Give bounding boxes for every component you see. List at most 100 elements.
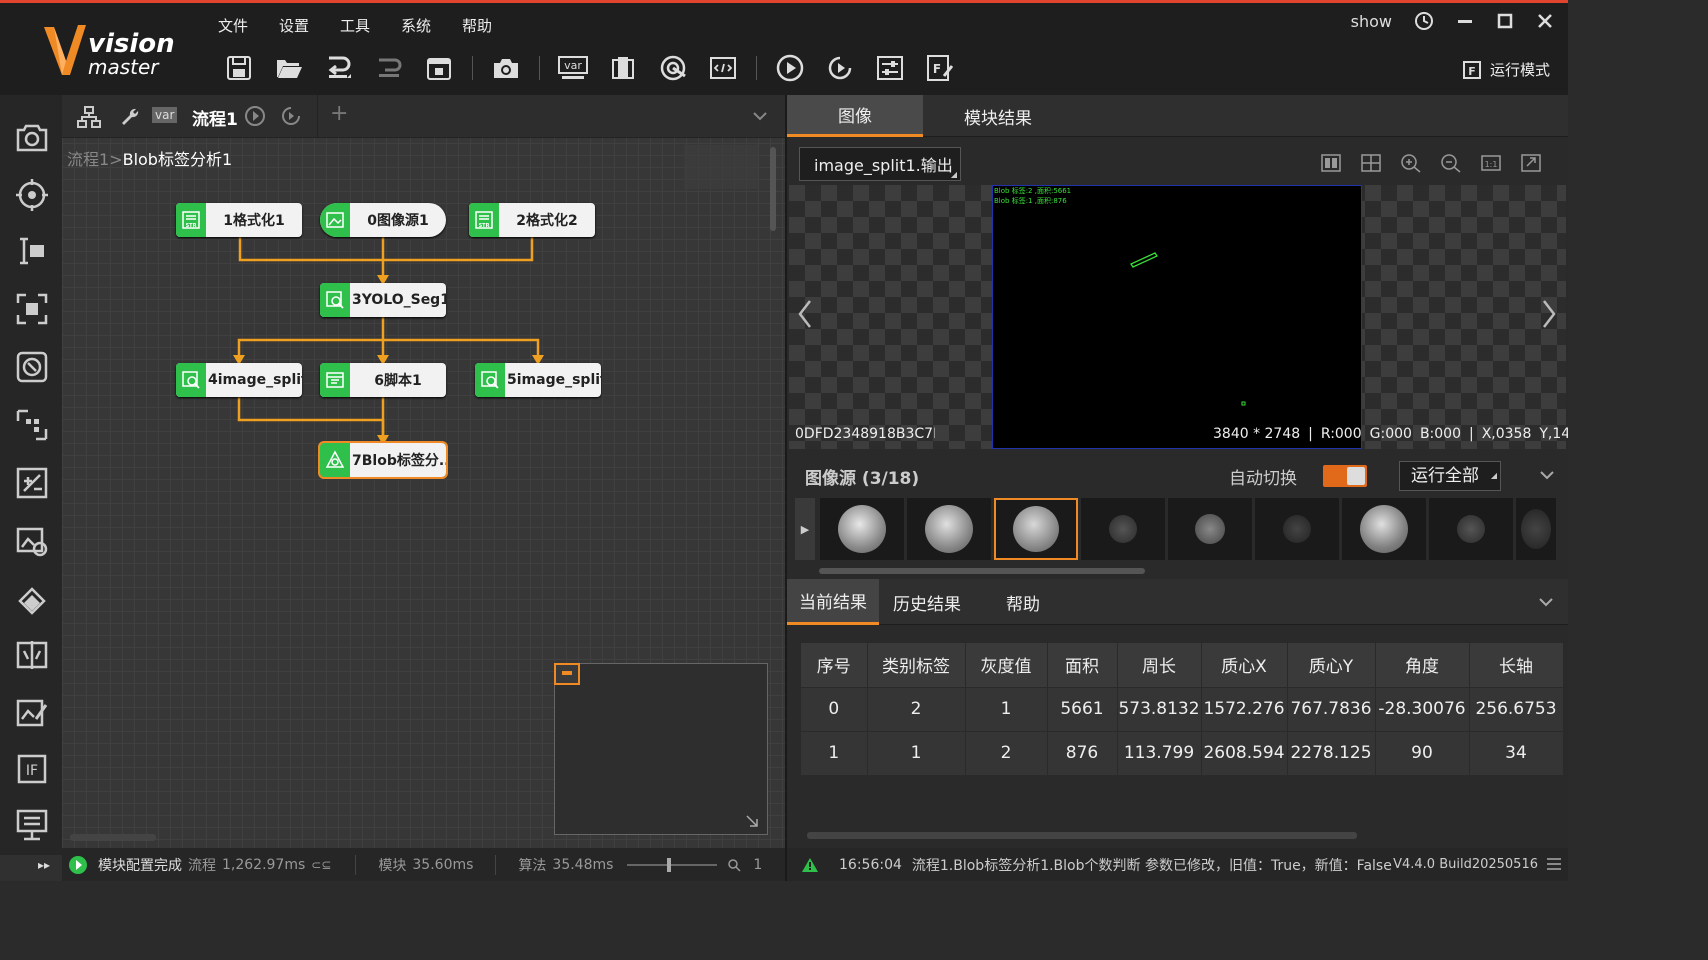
user-label[interactable]: show bbox=[1351, 12, 1392, 31]
result-table: 序号 类别标签 灰度值 面积 周长 质心X 质心Y 角度 长轴 0 2 1 56… bbox=[801, 643, 1564, 775]
next-image-icon[interactable] bbox=[1541, 299, 1557, 329]
tab-module-results[interactable]: 模块结果 bbox=[923, 95, 1073, 137]
col-area[interactable]: 面积 bbox=[1047, 643, 1118, 687]
flow-node-label: 4image_split1 bbox=[208, 372, 302, 388]
col-centroid-x[interactable]: 质心X bbox=[1201, 643, 1288, 687]
actual-size-icon[interactable]: 1:1 bbox=[1480, 153, 1502, 173]
run-loop-icon[interactable] bbox=[823, 51, 857, 85]
zoom-out-icon[interactable] bbox=[1440, 153, 1462, 173]
thumbnail-image-selected[interactable] bbox=[994, 498, 1078, 560]
flow-node-script1[interactable]: 6脚本1 bbox=[320, 363, 446, 397]
blob-icon bbox=[320, 443, 350, 477]
coord-y: Y,1462 bbox=[1539, 426, 1568, 442]
chevron-down-icon[interactable] bbox=[1539, 470, 1555, 480]
col-major-axis[interactable]: 长轴 bbox=[1469, 643, 1564, 687]
table-cell: 876 bbox=[1047, 730, 1118, 775]
chevron-down-icon[interactable] bbox=[1538, 597, 1554, 607]
run-mode-button[interactable]: F 运行模式 bbox=[1462, 59, 1550, 80]
search-icon bbox=[320, 283, 350, 317]
canvas-h-scrollbar[interactable] bbox=[70, 834, 156, 841]
thumbnail-image[interactable] bbox=[820, 498, 904, 560]
flow-time-value: 1,262.97ms bbox=[222, 856, 306, 873]
col-centroid-y[interactable]: 质心Y bbox=[1287, 643, 1376, 687]
app-window: vision master 文件 设置 工具 系统 帮助 var F show … bbox=[0, 0, 1568, 881]
close-icon[interactable] bbox=[1536, 12, 1554, 30]
menu-list-icon[interactable] bbox=[1546, 857, 1562, 871]
flow-node-image-source1[interactable]: 0图像源1 bbox=[320, 203, 446, 237]
split-view-icon[interactable] bbox=[1320, 153, 1342, 173]
col-perimeter[interactable]: 周长 bbox=[1117, 643, 1202, 687]
flow-node-label: 6脚本1 bbox=[374, 373, 422, 389]
info-divider: | bbox=[1308, 426, 1313, 442]
auto-switch-toggle[interactable] bbox=[1323, 465, 1367, 487]
zoom-search-icon[interactable] bbox=[727, 858, 741, 872]
thumb-scroll-left[interactable]: ▶ bbox=[795, 498, 815, 560]
dropdown-corner-icon: ◢ bbox=[950, 170, 957, 179]
tab-history-result[interactable]: 历史结果 bbox=[879, 579, 975, 625]
image-source-label: 图像源 (3/18) bbox=[805, 468, 920, 489]
right-pane: 图像 模块结果 image_split1.输出 ◢ 1:1 Blob 标签:2 … bbox=[787, 95, 1568, 881]
auto-switch-label: 自动切换 bbox=[1229, 468, 1297, 489]
col-angle[interactable]: 角度 bbox=[1375, 643, 1470, 687]
thumbnail-image[interactable] bbox=[1255, 498, 1339, 560]
svg-text:F: F bbox=[1468, 65, 1476, 78]
flow-time-icon[interactable]: ⊂⊆ bbox=[311, 858, 331, 872]
col-index[interactable]: 序号 bbox=[801, 643, 868, 687]
table-row[interactable]: 1 1 2 876 113.799 2608.594 2278.125 90 3… bbox=[801, 730, 1564, 775]
form-icon[interactable]: F bbox=[923, 51, 957, 85]
table-row[interactable]: 0 2 1 5661 573.8132 1572.276 767.7836 -2… bbox=[801, 686, 1564, 731]
flow-node-format2[interactable]: STR 2格式化2 bbox=[469, 203, 595, 237]
fit-window-icon[interactable] bbox=[1520, 153, 1542, 173]
tab-image[interactable]: 图像 bbox=[787, 95, 923, 137]
flow-node-image-split2[interactable]: 5image_split2 bbox=[475, 363, 601, 397]
version-label: V4.4.0 Build20250516 bbox=[1393, 857, 1538, 872]
thumbnail-image[interactable] bbox=[907, 498, 991, 560]
clock-icon[interactable] bbox=[1414, 11, 1434, 31]
table-cell: 1 bbox=[867, 730, 966, 775]
zoom-in-icon[interactable] bbox=[1400, 153, 1422, 173]
flow-node-format1[interactable]: STR 1格式化1 bbox=[176, 203, 302, 237]
flow-node-label: 5image_split2 bbox=[507, 372, 601, 388]
thumbnail-image[interactable] bbox=[1081, 498, 1165, 560]
run-all-select[interactable]: 运行全部 ◢ bbox=[1399, 461, 1501, 491]
result-image[interactable]: Blob 标签:2 ,面积:5661 Blob 标签:1 ,面积:876 bbox=[992, 185, 1362, 449]
image-output-select[interactable]: image_split1.输出 ◢ bbox=[799, 147, 961, 181]
run-status-icon bbox=[69, 855, 87, 874]
table-cell: 256.6753 bbox=[1469, 686, 1564, 731]
thumb-scrollbar[interactable] bbox=[819, 568, 1145, 574]
thumbnail-image[interactable] bbox=[1429, 498, 1513, 560]
zoom-slider-handle[interactable] bbox=[667, 857, 672, 872]
tab-help[interactable]: 帮助 bbox=[975, 579, 1071, 625]
maximize-icon[interactable] bbox=[1496, 12, 1514, 30]
thumbnail-image[interactable] bbox=[1516, 498, 1556, 560]
settings-list-icon[interactable] bbox=[873, 51, 907, 85]
col-gray[interactable]: 灰度值 bbox=[965, 643, 1048, 687]
grid-view-icon[interactable] bbox=[1360, 153, 1382, 173]
blob-contour-large bbox=[1130, 252, 1158, 268]
flow-node-blob-analysis1[interactable]: 7Blob标签分... bbox=[318, 441, 448, 479]
blob-contour-small bbox=[1241, 401, 1246, 406]
table-cell: 113.799 bbox=[1117, 730, 1202, 775]
table-cell: 2278.125 bbox=[1287, 730, 1376, 775]
flow-node-label: 3YOLO_Seg1 bbox=[352, 292, 446, 308]
minimize-icon[interactable] bbox=[1456, 12, 1474, 30]
flow-node-label: 0图像源1 bbox=[367, 213, 429, 229]
thumbnail-strip: ▶ bbox=[795, 498, 1559, 562]
flow-node-yolo-seg1[interactable]: 3YOLO_Seg1 bbox=[320, 283, 446, 317]
resize-arrow-icon[interactable] bbox=[745, 814, 759, 828]
str-icon: STR bbox=[469, 203, 499, 237]
table-cell: 90 bbox=[1375, 730, 1470, 775]
tab-current-result[interactable]: 当前结果 bbox=[787, 579, 879, 625]
minimap-viewport[interactable] bbox=[554, 663, 580, 685]
prev-image-icon[interactable] bbox=[797, 299, 813, 329]
table-h-scrollbar[interactable] bbox=[807, 832, 1357, 839]
col-class-label[interactable]: 类别标签 bbox=[867, 643, 966, 687]
thumbnail-image[interactable] bbox=[1342, 498, 1426, 560]
flow-node-label: 7Blob标签分... bbox=[352, 453, 446, 469]
flow-node-image-split1[interactable]: 4image_split1 bbox=[176, 363, 302, 397]
thumbnail-image[interactable] bbox=[1168, 498, 1252, 560]
image-viewer[interactable]: Blob 标签:2 ,面积:5661 Blob 标签:1 ,面积:876 0DF… bbox=[789, 185, 1568, 449]
flow-minimap[interactable] bbox=[554, 663, 768, 835]
log-time: 16:56:04 bbox=[839, 856, 902, 873]
zoom-slider[interactable] bbox=[627, 857, 718, 872]
